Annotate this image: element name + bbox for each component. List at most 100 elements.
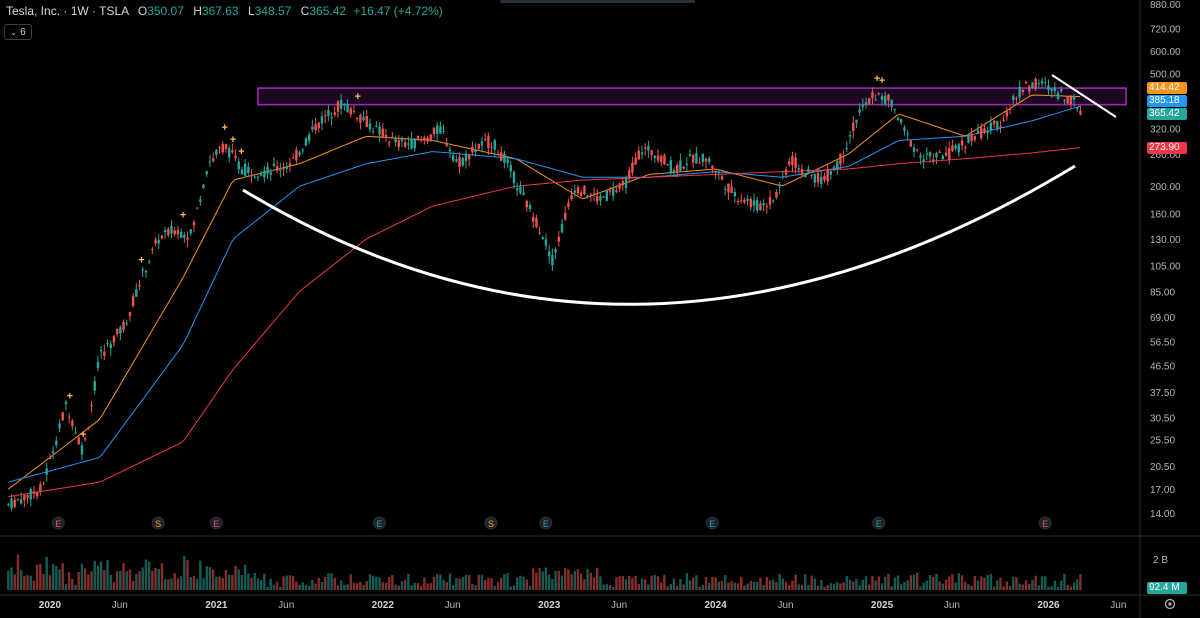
volume-bar [887,573,890,590]
candle-body [403,142,407,147]
volume-bar [563,567,567,590]
volume-bar [1005,581,1009,590]
candle-body [525,200,528,208]
cup-arc-drawing [242,164,1076,306]
candle-body [768,197,772,205]
volume-bar [218,576,221,590]
volume-bar [871,576,874,590]
volume-bar [810,575,813,590]
candle-body [861,104,865,107]
candle-body [317,122,320,128]
volume-bar [205,566,208,590]
volume-bar [682,584,685,590]
volume-bar [410,585,413,590]
volume-bar [634,575,637,590]
volume-bar [45,556,48,590]
settings-icon[interactable] [1164,598,1176,610]
volume-bar [864,576,868,590]
volume-bar [631,578,634,590]
volume-bar [426,583,429,590]
candle-body [602,196,605,198]
volume-bar [730,581,733,590]
volume-bar [714,577,717,590]
candle-body [432,127,436,135]
x-tick-label: Jun [1110,600,1126,611]
volume-bar [592,577,596,590]
candle-body [285,167,288,169]
candle-body [746,198,749,201]
candle-body [765,206,769,208]
volume-bar [781,578,785,590]
candle-body [848,134,852,137]
candle-body [756,200,759,211]
volume-bar [845,575,849,590]
candle-body [176,229,180,235]
price-chart[interactable]: ++++++++++E S E E S E E E E 880.00720.00600.0050… [0,0,1200,618]
volume-bar [836,582,839,590]
candle-body [836,161,839,170]
candle-body [938,151,941,153]
volume-bar [877,576,881,590]
volume-bar [698,586,701,590]
candle-body [660,156,663,162]
volume-bar [186,560,189,590]
candle-body [186,237,189,240]
candle-body [256,176,260,178]
candle-body [259,174,263,176]
event-badge: S [484,516,498,530]
candle-body [39,484,42,492]
candle-body [400,139,404,141]
candle-body [323,115,327,117]
volume-bar [269,578,272,590]
volume-bar [7,570,10,590]
candle-body [1008,108,1012,110]
candle-body [647,146,650,151]
volume-bar [87,574,90,590]
candle-body [983,128,986,133]
candle-body [906,133,909,135]
candle-body [397,140,400,147]
volume-bar [906,580,909,590]
volume-bar [970,585,973,590]
volume-bar [800,584,804,590]
volume-bar [272,584,276,590]
x-tick-label: 2024 [704,600,727,611]
candle-body [855,120,858,123]
volume-bar [208,567,212,590]
volume-bar [371,575,375,590]
volume-bar [602,584,605,590]
candle-body [240,169,244,175]
candle-body [919,155,922,158]
volume-bar [538,567,541,590]
candle-body [29,489,32,500]
candle-body [563,213,567,220]
candle-body [291,157,295,159]
candle-body [583,185,586,195]
y-tick-label: 69.00 [1150,313,1175,324]
volume-bar [852,581,855,590]
candle-body [215,149,218,155]
y-tick-label: 85.00 [1150,287,1175,298]
y-tick-label: 37.50 [1150,388,1175,399]
volume-bar [375,576,378,590]
event-badge-label: E [876,519,882,529]
volume-bar [99,561,103,590]
candle-body [211,158,215,161]
candle-body [922,159,925,162]
candle-body [183,234,186,238]
candle-body [1056,92,1060,99]
y-tick-label: 720.00 [1150,25,1181,36]
candle-body [237,161,240,170]
volume-bar [131,580,135,590]
volume-bar [295,581,298,590]
candle-body [279,169,282,171]
volume-bar [1079,574,1082,590]
volume-bar [403,580,407,590]
volume-bar [909,575,913,590]
signal-marker: + [221,122,227,134]
volume-bar [531,568,535,590]
candle-body [442,131,445,133]
volume-bar [576,569,580,590]
candle-body [109,344,112,349]
candle-body [567,202,570,207]
